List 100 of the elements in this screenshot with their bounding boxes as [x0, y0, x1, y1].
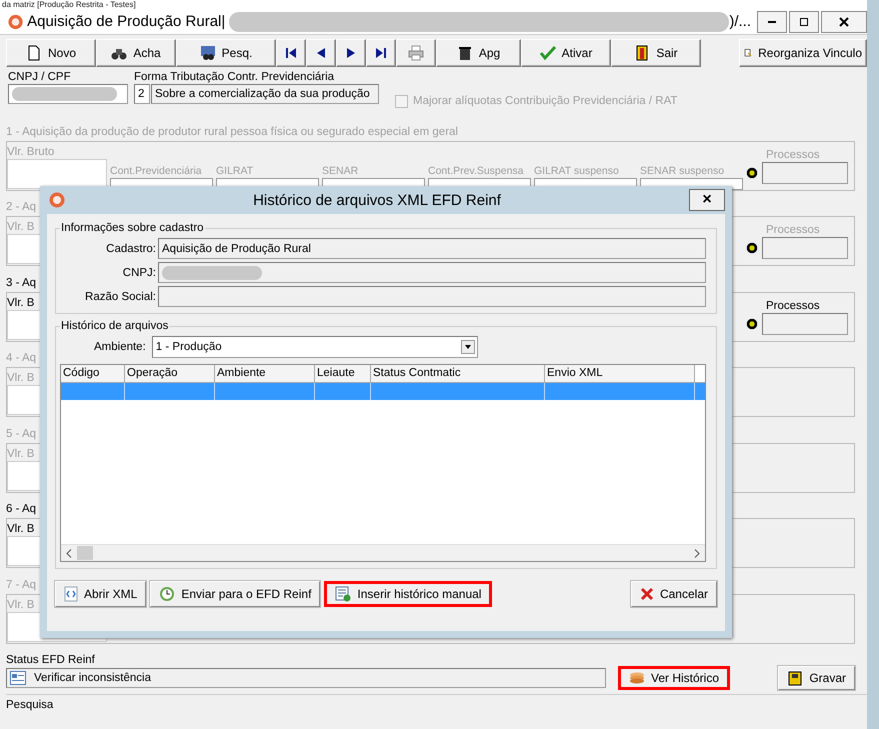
skip-back-icon: [285, 47, 297, 59]
status-field: Verificar inconsistência: [6, 668, 606, 688]
printer-icon: [408, 45, 424, 61]
close-button[interactable]: [821, 10, 867, 32]
section-title: 4 - Aq: [6, 352, 36, 366]
close-icon: [839, 16, 849, 26]
maximize-button[interactable]: [789, 10, 819, 32]
door-icon: [634, 45, 650, 61]
radio-dot-icon: [746, 318, 758, 330]
group-title: Informações sobre cadastro: [60, 222, 205, 234]
field-label: Processos: [765, 148, 821, 162]
field-label: GILRAT: [216, 164, 254, 178]
list-add-icon: [335, 586, 352, 602]
dialog-title: Histórico de arquivos XML EFD Reinf: [252, 192, 502, 208]
field-label: Processos: [765, 223, 821, 238]
chevron-right-icon: [694, 548, 700, 558]
toolbar-button[interactable]: Pesq.: [176, 39, 276, 67]
close-button[interactable]: ×: [689, 189, 725, 211]
section-title: 5 - Aq: [6, 428, 36, 442]
insert-manual-button[interactable]: Inserir histórico manual: [324, 581, 492, 607]
send-button[interactable]: Enviar para o EFD Reinf: [150, 581, 320, 607]
field-label: Vlr. B: [7, 598, 34, 612]
view-history-button[interactable]: Ver Histórico: [618, 666, 730, 690]
toolbar-button[interactable]: Ativar: [521, 39, 611, 67]
cnpj-field[interactable]: [8, 84, 128, 104]
code-file-icon: [64, 586, 78, 602]
open-xml-button[interactable]: Abrir XML: [55, 581, 146, 607]
column-header[interactable]: Envio XML: [545, 365, 695, 382]
maximize-icon: [799, 16, 809, 26]
field-label: Razão Social:: [84, 290, 156, 302]
processos-field[interactable]: [762, 312, 848, 335]
window-caption-text: da matriz [Produção Restrita - Testes]: [2, 0, 136, 9]
first-record-button[interactable]: [276, 39, 306, 67]
section-title: 7 - Aq: [6, 578, 36, 593]
field-label: Cont.Previdenciária: [110, 164, 203, 178]
clock-icon: [159, 586, 176, 602]
column-header[interactable]: Código: [61, 365, 125, 382]
triangle-right-icon: [345, 47, 357, 59]
field-label: Vlr. B: [7, 522, 34, 536]
field-label: CNPJ:: [122, 266, 156, 278]
description-field: Sobre a comercialização da sua produção: [151, 84, 379, 104]
field-label: Vlr. B: [7, 446, 34, 461]
window-title-suffix: )/...: [729, 13, 751, 30]
toolbar-button[interactable]: Acha: [96, 39, 176, 67]
toolbar-button[interactable]: Novo: [6, 39, 96, 67]
horizontal-scrollbar[interactable]: [61, 544, 705, 561]
minimize-button[interactable]: [757, 10, 787, 32]
last-record-button[interactable]: [366, 39, 396, 67]
save-icon: [787, 670, 804, 686]
chevron-left-icon: [66, 548, 72, 558]
field-label: Forma Tributação Contr. Previdenciária: [134, 71, 336, 83]
cancel-button[interactable]: Cancelar: [630, 581, 717, 607]
column-header[interactable]: Operação: [125, 365, 215, 382]
print-button[interactable]: [396, 39, 436, 67]
info-field: Aquisição de Produção Rural: [158, 238, 706, 259]
page-icon: [26, 45, 42, 61]
previous-record-button[interactable]: [306, 39, 336, 67]
toolbar-button[interactable]: Apg: [436, 39, 521, 67]
close-icon: [640, 587, 654, 601]
form-icon: [10, 671, 26, 685]
section-title: 6 - Aq: [6, 503, 36, 518]
field-label: Cont.Prev.Suspensa: [428, 164, 525, 178]
field-label: Ambiente:: [94, 341, 146, 353]
field-label: SENAR suspenso: [640, 164, 726, 178]
field-label: Vlr. B: [7, 220, 34, 234]
field-label: SENAR: [322, 164, 360, 178]
save-button[interactable]: Gravar: [778, 666, 855, 690]
field-label: Cadastro:: [105, 242, 156, 254]
triangle-left-icon: [315, 47, 327, 59]
field-label: Status EFD Reinf: [6, 654, 96, 666]
trash-icon: [456, 45, 473, 61]
stack-icon: [629, 672, 645, 684]
field-label: GILRAT suspenso: [534, 164, 620, 178]
skip-forward-icon: [375, 47, 387, 59]
minimize-icon: [768, 20, 776, 22]
window-title: Aquisição de Produção Rural|: [27, 13, 226, 30]
section-title: 1 - Aquisição da produção de produtor rural pessoa física ou segurado especial em geral: [6, 126, 458, 140]
field-label: Vlr. B: [7, 296, 34, 310]
app-logo-icon: [8, 14, 24, 30]
field-label: Vlr. B: [7, 371, 34, 386]
field-label: CNPJ / CPF: [8, 71, 72, 83]
environment-dropdown[interactable]: 1 - Produção: [152, 336, 478, 358]
group-title: Histórico de arquivos: [60, 320, 170, 332]
checkmark-icon: [540, 45, 556, 61]
section-title: 3 - Aq: [6, 276, 36, 291]
column-header[interactable]: Status Contmatic: [371, 365, 545, 382]
code-field[interactable]: 2: [134, 84, 150, 104]
next-record-button[interactable]: [336, 39, 366, 67]
radio-dot-icon: [746, 167, 758, 179]
toolbar-button[interactable]: Reorganiza Vinculo: [739, 39, 867, 67]
app-logo-icon: [49, 192, 65, 208]
column-header[interactable]: Leiaute: [315, 365, 371, 382]
toolbar-button[interactable]: Sair: [611, 39, 701, 67]
field-label: Processos: [765, 298, 821, 313]
radio-dot-icon: [746, 242, 758, 254]
column-header[interactable]: Ambiente: [215, 365, 315, 382]
field-label: Vlr. Bruto: [7, 145, 54, 159]
checkbox-label: Majorar alíquotas Contribuição Previdenciária / RAT: [413, 95, 678, 107]
status-bar: Pesquisa: [6, 694, 867, 715]
section-title: 2 - Aq: [6, 201, 36, 216]
